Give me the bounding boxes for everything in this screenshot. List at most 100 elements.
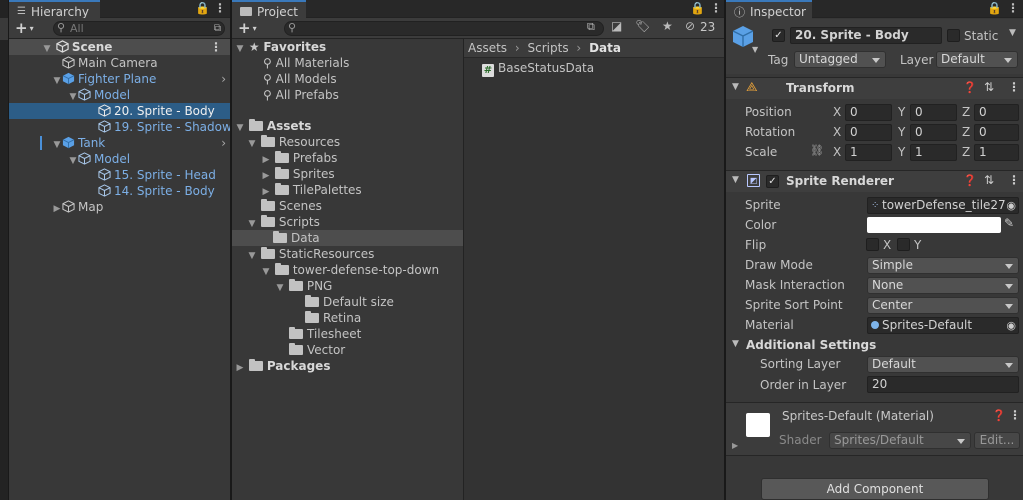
layer-dropdown[interactable]: Default: [936, 51, 1018, 68]
tree-row-data[interactable]: Data: [232, 230, 463, 246]
tree-row-tower-defense[interactable]: ▼ tower-defense-top-down: [232, 262, 463, 278]
lock-icon[interactable]: 🔒: [690, 1, 705, 15]
active-checkbox[interactable]: ✓: [772, 29, 785, 42]
project-tab[interactable]: Project: [232, 0, 306, 19]
scale-z-input[interactable]: 1: [974, 144, 1019, 161]
tree-row-default-size[interactable]: Default size: [232, 294, 463, 310]
tree-row-sprite-shadow[interactable]: 19. Sprite - Shadow: [9, 119, 230, 135]
object-name-input[interactable]: 20. Sprite - Body: [790, 27, 942, 44]
tree-row-scene[interactable]: ▼ Scene ⋮: [9, 39, 230, 55]
flip-x-checkbox[interactable]: [866, 238, 879, 251]
collapsed-arrow-icon[interactable]: ▶: [52, 201, 62, 217]
help-icon[interactable]: ❓: [963, 174, 977, 187]
tree-row-retina[interactable]: Retina: [232, 310, 463, 326]
hierarchy-tab[interactable]: ☰ Hierarchy: [9, 0, 100, 19]
tag-dropdown[interactable]: Untagged: [794, 51, 886, 68]
flip-y-checkbox[interactable]: [897, 238, 910, 251]
rotation-z-input[interactable]: 0: [974, 124, 1019, 141]
expand-preview-arrow-icon[interactable]: ▶: [732, 441, 738, 450]
chevron-right-icon[interactable]: ›: [221, 135, 226, 151]
file-row-base-status-data[interactable]: # BaseStatusData: [482, 60, 724, 77]
component-menu-icon[interactable]: ⋮: [1008, 173, 1020, 187]
filter-label-icon[interactable]: 🏷: [635, 19, 650, 33]
static-checkbox[interactable]: [947, 29, 960, 42]
tree-row-assets[interactable]: ▼ Assets: [232, 118, 463, 134]
material-object-field[interactable]: Sprites-Default ◉: [867, 317, 1019, 334]
help-icon[interactable]: ❓: [992, 409, 1006, 422]
foldout-arrow-icon[interactable]: ▼: [732, 175, 739, 185]
rotation-x-input[interactable]: 0: [845, 124, 892, 141]
lock-icon[interactable]: 🔒: [195, 1, 210, 15]
scene-menu-icon[interactable]: ⋮: [210, 39, 222, 55]
tree-row-model[interactable]: ▼ Model: [9, 87, 230, 103]
icon-dropdown-arrow-icon[interactable]: ▼: [752, 45, 758, 54]
color-swatch[interactable]: [867, 217, 1001, 233]
create-button[interactable]: + ▾: [238, 19, 257, 37]
component-menu-icon[interactable]: ⋮: [1008, 80, 1020, 94]
tree-row-prefabs[interactable]: ▶ Prefabs: [232, 150, 463, 166]
tree-row-main-camera[interactable]: Main Camera: [9, 55, 230, 71]
inspector-tab[interactable]: ⓘ Inspector: [726, 0, 812, 19]
transform-header[interactable]: ▼ ⟁ Transform ❓ ⇅ ⋮: [726, 77, 1023, 99]
position-z-input[interactable]: 0: [974, 104, 1019, 121]
hidden-packages-icon[interactable]: ⊘: [685, 19, 695, 33]
constrain-proportions-icon[interactable]: ⛓: [810, 144, 824, 157]
search-options-icon[interactable]: ⧉: [214, 22, 221, 35]
draw-mode-dropdown[interactable]: Simple: [867, 257, 1019, 274]
mask-interaction-dropdown[interactable]: None: [867, 277, 1019, 294]
tree-row-png[interactable]: ▼ PNG: [232, 278, 463, 294]
tree-row-tilepalettes[interactable]: ▶ TilePalettes: [232, 182, 463, 198]
filter-type-icon[interactable]: ◪: [611, 19, 622, 33]
order-in-layer-input[interactable]: 20: [867, 376, 1019, 393]
sprite-sort-point-dropdown[interactable]: Center: [867, 297, 1019, 314]
component-menu-icon[interactable]: ⋮: [1009, 408, 1021, 422]
hierarchy-search-input[interactable]: ⚲ All ⧉: [53, 21, 225, 36]
breadcrumb-assets[interactable]: Assets: [468, 41, 507, 55]
sprite-object-field[interactable]: ⁘ towerDefense_tile27( ◉: [867, 197, 1019, 214]
eyedropper-icon[interactable]: ✎: [1004, 216, 1014, 230]
search-by-type-icon[interactable]: ⧉: [587, 20, 595, 34]
position-y-input[interactable]: 0: [910, 104, 957, 121]
tree-row-vector[interactable]: Vector: [232, 342, 463, 358]
preset-icon[interactable]: ⇅: [984, 173, 994, 187]
tree-row-sprites[interactable]: ▶ Sprites: [232, 166, 463, 182]
foldout-arrow-icon[interactable]: ▼: [732, 82, 739, 92]
object-picker-icon[interactable]: ◉: [1006, 198, 1016, 213]
favorite-star-icon[interactable]: ★: [662, 19, 673, 33]
tree-row-tilesheet[interactable]: Tilesheet: [232, 326, 463, 342]
tree-row-scripts[interactable]: ▼ Scripts: [232, 214, 463, 230]
additional-settings-foldout[interactable]: ▼ Additional Settings: [726, 337, 1023, 355]
edit-shader-button[interactable]: Edit...: [974, 432, 1020, 449]
tree-row-scenes[interactable]: Scenes: [232, 198, 463, 214]
lock-icon[interactable]: 🔒: [987, 1, 1002, 15]
tree-row-packages[interactable]: ▶ Packages: [232, 358, 463, 374]
kebab-menu-icon[interactable]: ⋮: [1007, 1, 1019, 15]
scale-y-input[interactable]: 1: [910, 144, 957, 161]
kebab-menu-icon[interactable]: ⋮: [710, 1, 722, 15]
kebab-menu-icon[interactable]: ⋮: [214, 1, 226, 15]
sprite-renderer-enabled-checkbox[interactable]: ✓: [766, 175, 779, 188]
tree-row-favorites[interactable]: ▼ ★ Favorites: [232, 39, 463, 55]
shader-dropdown[interactable]: Sprites/Default: [829, 432, 971, 449]
create-button[interactable]: + ▾: [15, 19, 34, 37]
add-component-button[interactable]: Add Component: [761, 478, 989, 500]
tree-row-all-materials[interactable]: ⚲ All Materials: [232, 55, 463, 71]
tree-row-map[interactable]: ▶ Map: [9, 199, 230, 215]
tree-row-sprite-head[interactable]: 15. Sprite - Head: [9, 167, 230, 183]
object-picker-icon[interactable]: ◉: [1006, 318, 1016, 333]
position-x-input[interactable]: 0: [845, 104, 892, 121]
tree-row-sprite-body-2[interactable]: 14. Sprite - Body: [9, 183, 230, 199]
rotation-y-input[interactable]: 0: [910, 124, 957, 141]
tree-row-static-resources[interactable]: ▼ StaticResources: [232, 246, 463, 262]
tree-row-sprite-body[interactable]: 20. Sprite - Body: [9, 103, 230, 119]
tree-row-tank[interactable]: ▼ Tank ›: [9, 135, 230, 151]
collapsed-arrow-icon[interactable]: ▶: [235, 360, 245, 376]
tree-row-all-prefabs[interactable]: ⚲ All Prefabs: [232, 87, 463, 103]
help-icon[interactable]: ❓: [963, 81, 977, 94]
breadcrumb-scripts[interactable]: Scripts: [528, 41, 569, 55]
sprite-renderer-header[interactable]: ▼ ◩ ✓ Sprite Renderer ❓ ⇅ ⋮: [726, 170, 1023, 192]
project-search-input[interactable]: ⚲: [284, 21, 604, 36]
chevron-right-icon[interactable]: ›: [221, 71, 226, 87]
tree-row-model-2[interactable]: ▼ Model: [9, 151, 230, 167]
breadcrumb-data[interactable]: Data: [589, 41, 621, 55]
